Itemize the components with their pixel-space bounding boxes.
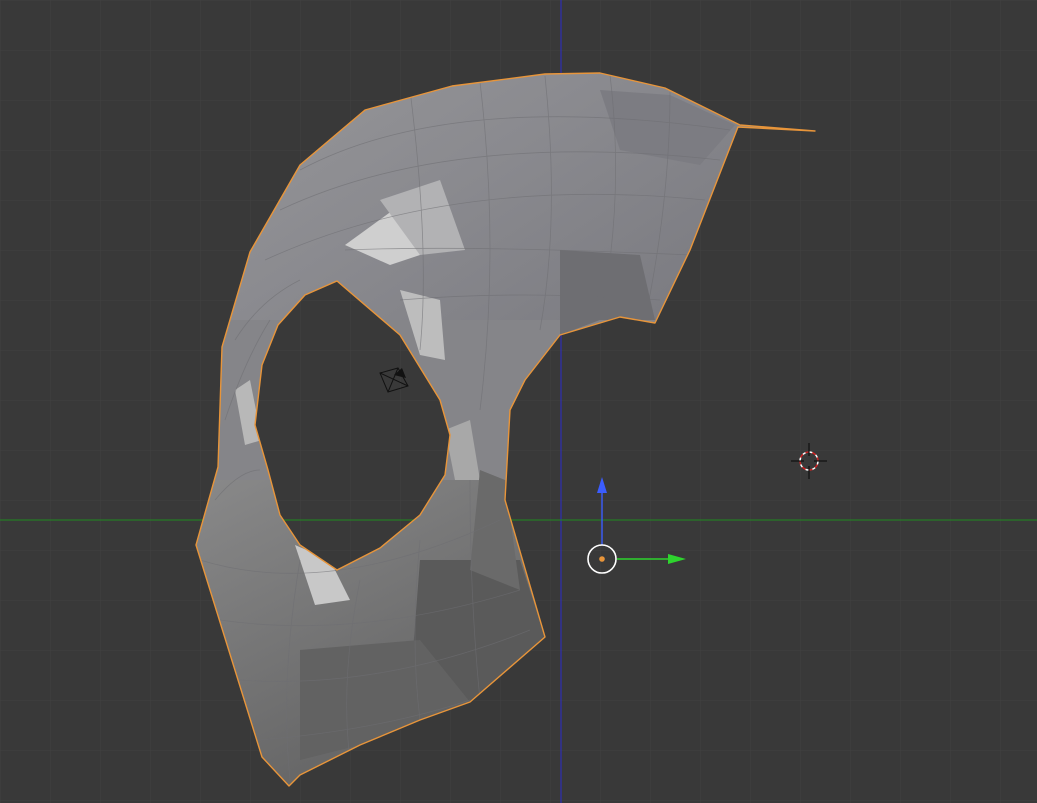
object-origin-dot	[599, 556, 605, 562]
viewport-canvas[interactable]	[0, 0, 1037, 803]
3d-viewport[interactable]	[0, 0, 1037, 803]
